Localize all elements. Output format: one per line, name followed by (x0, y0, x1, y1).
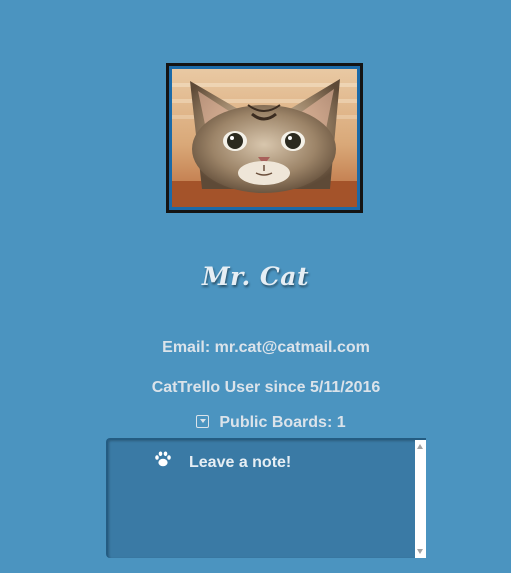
public-boards-label: Public Boards: 1 (219, 414, 346, 431)
member-since: CatTrello User since 5/11/2016 (151, 379, 381, 396)
cat-photo-icon (172, 69, 357, 207)
note-textarea[interactable]: Leave a note! (106, 438, 426, 558)
expand-boards-icon[interactable] (196, 415, 210, 428)
public-boards: Public Boards: 1 (0, 414, 511, 432)
paw-icon (155, 451, 171, 467)
avatar-photo (169, 66, 360, 210)
note-scrollbar[interactable] (415, 440, 426, 558)
avatar (166, 63, 363, 213)
scroll-up-icon[interactable] (417, 444, 423, 449)
note-placeholder: Leave a note! (189, 454, 292, 471)
profile-email: Email: mr.cat@catmail.com (162, 339, 370, 356)
scroll-down-icon[interactable] (417, 549, 423, 554)
profile-page: Mr. Cat Email: mr.cat@catmail.com CatTre… (0, 0, 511, 573)
profile-name: Mr. Cat (201, 262, 310, 291)
